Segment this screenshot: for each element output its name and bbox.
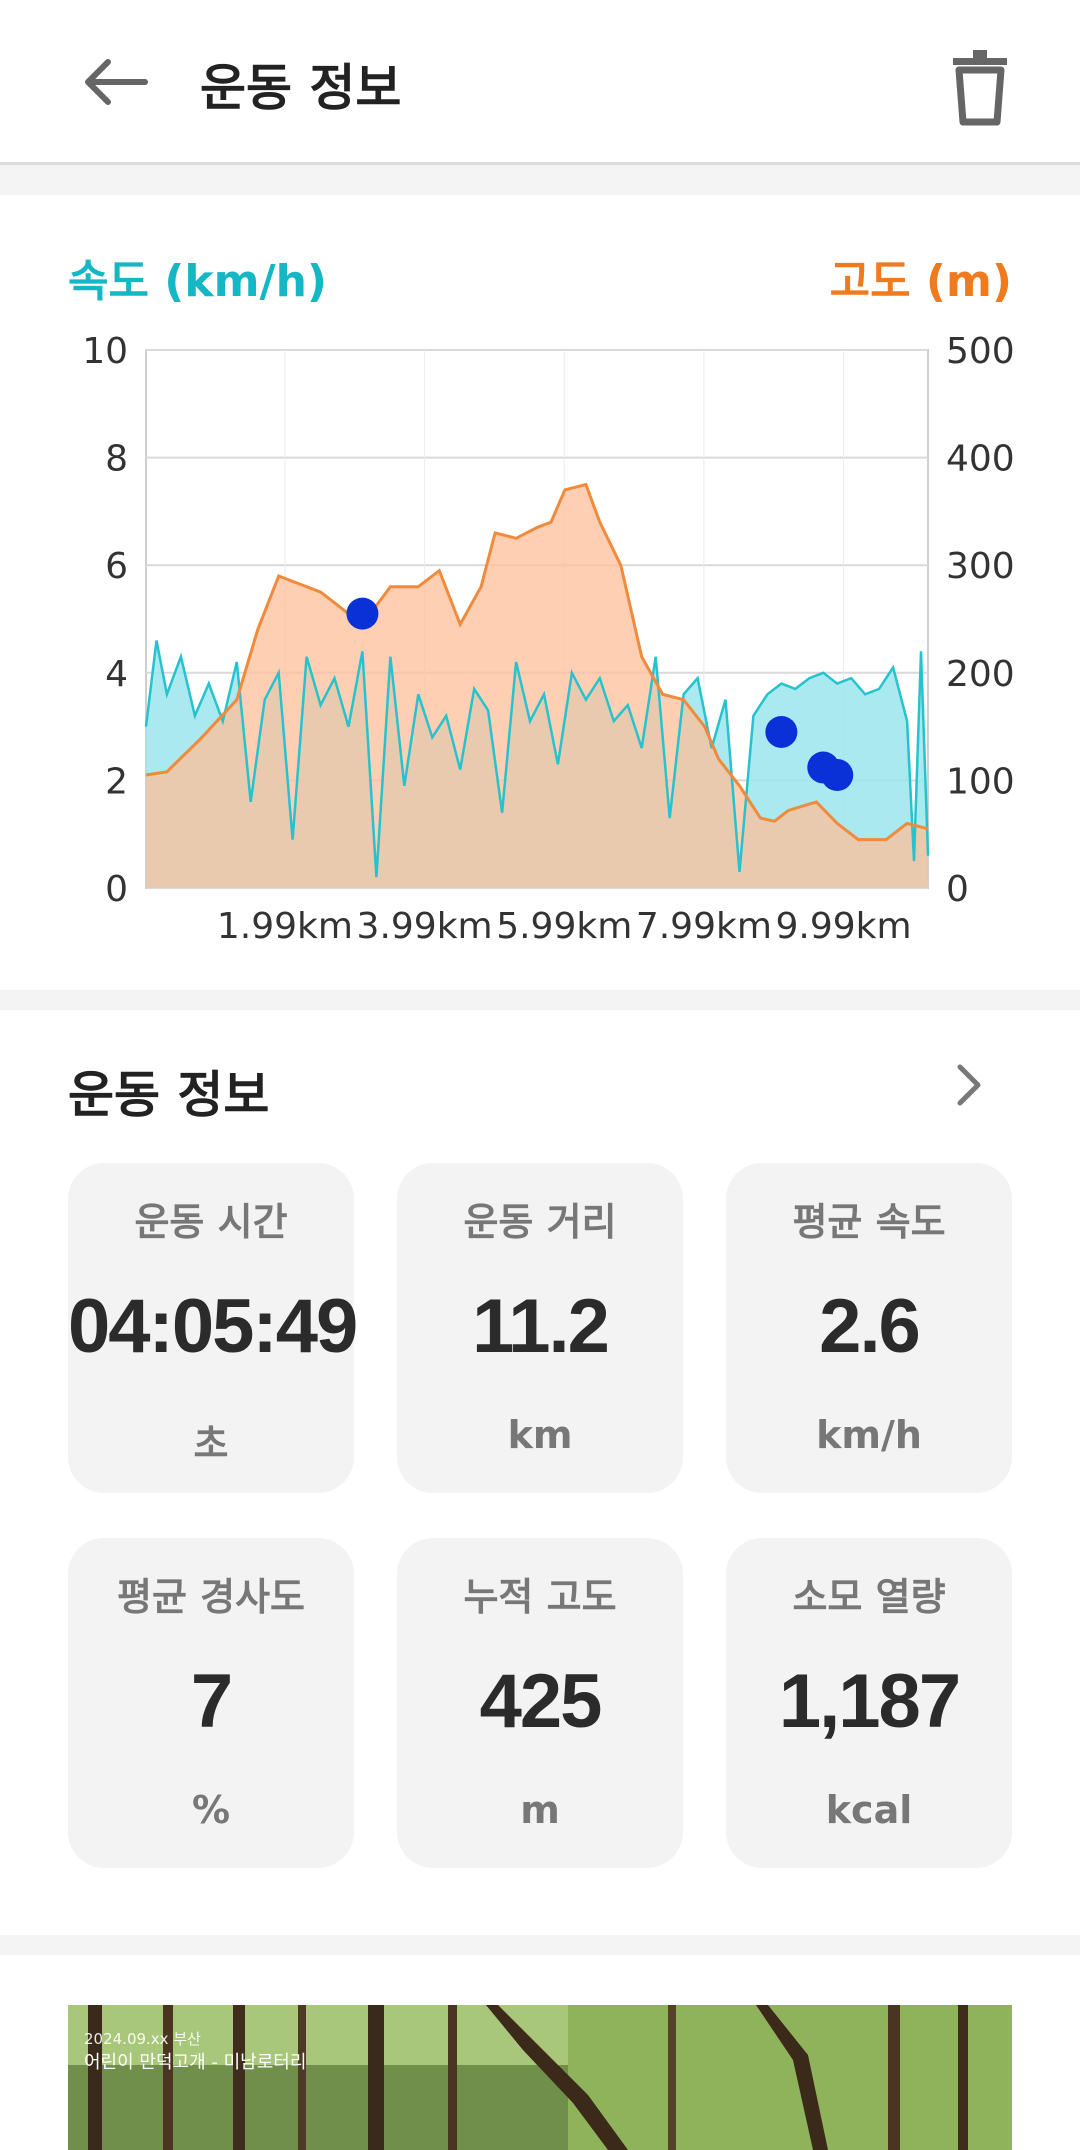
stat-value: 425 [479,1659,603,1744]
app-bar: 운동 정보 [0,0,1080,165]
stat-unit: km/h [816,1413,922,1457]
photo-caption-date: 2024.09.xx 부산 [84,2030,201,2048]
y-right-tick-label: 500 [946,331,1015,372]
y-left-tick-label: 0 [105,869,128,910]
chevron-right-icon [957,1064,981,1106]
stat-card-calories: 소모 열량 1,187 kcal [726,1538,1012,1868]
y-left-tick-label: 4 [105,654,128,695]
photo-marker [765,715,798,748]
stat-unit: km [507,1413,573,1457]
stat-value: 1,187 [778,1659,961,1744]
stat-unit: m [520,1788,560,1832]
y-right-tick-label: 300 [946,546,1015,587]
y-left-tick-label: 8 [105,439,128,480]
y-right-tick-label: 200 [946,654,1015,695]
photo-marker [346,597,379,630]
y-left-tick-label: 2 [105,761,128,802]
photo-caption: 2024.09.xx 부산 어린이 만덕고개 - 미남로터리 [84,2027,306,2075]
stat-unit: kcal [825,1788,913,1832]
stat-value: 7 [190,1659,233,1744]
y-left-tick-label: 10 [82,331,128,372]
photo-caption-title: 어린이 만덕고개 - 미남로터리 [84,2052,307,2073]
x-tick-label: 9.99km [775,906,911,947]
photo-marker [821,759,854,792]
route-photo[interactable]: 2024.09.xx 부산 어린이 만덕고개 - 미남로터리 [68,2005,1012,2150]
stat-card-duration: 운동 시간 04:05:49 초 [68,1163,358,1493]
section-divider [0,1935,1080,1955]
back-button[interactable] [70,40,160,130]
x-tick-label: 1.99km [217,906,353,947]
y-right-tick-label: 0 [946,869,969,910]
x-tick-label: 5.99km [496,906,632,947]
section-title: 운동 정보 [68,1066,270,1124]
stat-label: 운동 거리 [463,1200,617,1244]
x-tick-label: 3.99km [357,906,493,947]
stat-label: 평균 경사도 [116,1575,306,1619]
stat-unit: 초 [193,1422,229,1466]
delete-button[interactable] [935,40,1025,130]
section-divider [0,165,1080,195]
stat-card-avg-speed: 평균 속도 2.6 km/h [726,1163,1012,1493]
stat-label: 운동 시간 [134,1200,288,1244]
stat-value: 04:05:49 [68,1284,358,1369]
stat-label: 소모 열량 [792,1575,946,1619]
section-divider [0,990,1080,1010]
details-button[interactable] [938,1055,998,1115]
stat-value: 11.2 [472,1284,610,1369]
x-tick-label: 7.99km [636,906,772,947]
speed-elevation-chart: 024681001002003004005001.99km 3.99km 5.99k… [82,331,1015,947]
page-title: 운동 정보 [200,59,402,117]
stat-card-avg-slope: 평균 경사도 7 % [68,1538,354,1868]
stat-value: 2.6 [819,1284,921,1369]
stat-card-distance: 운동 거리 11.2 km [397,1163,683,1493]
stat-label: 누적 고도 [463,1575,617,1619]
stat-card-total-ascent: 누적 고도 425 m [397,1538,683,1868]
back-arrow-icon [85,59,148,105]
y-left-tick-label: 6 [105,546,128,587]
y-right-tick-label: 100 [946,761,1015,802]
stat-unit: % [191,1788,231,1832]
trash-icon [953,50,1007,126]
y-right-tick-label: 400 [946,439,1015,480]
stat-label: 평균 속도 [792,1200,946,1244]
